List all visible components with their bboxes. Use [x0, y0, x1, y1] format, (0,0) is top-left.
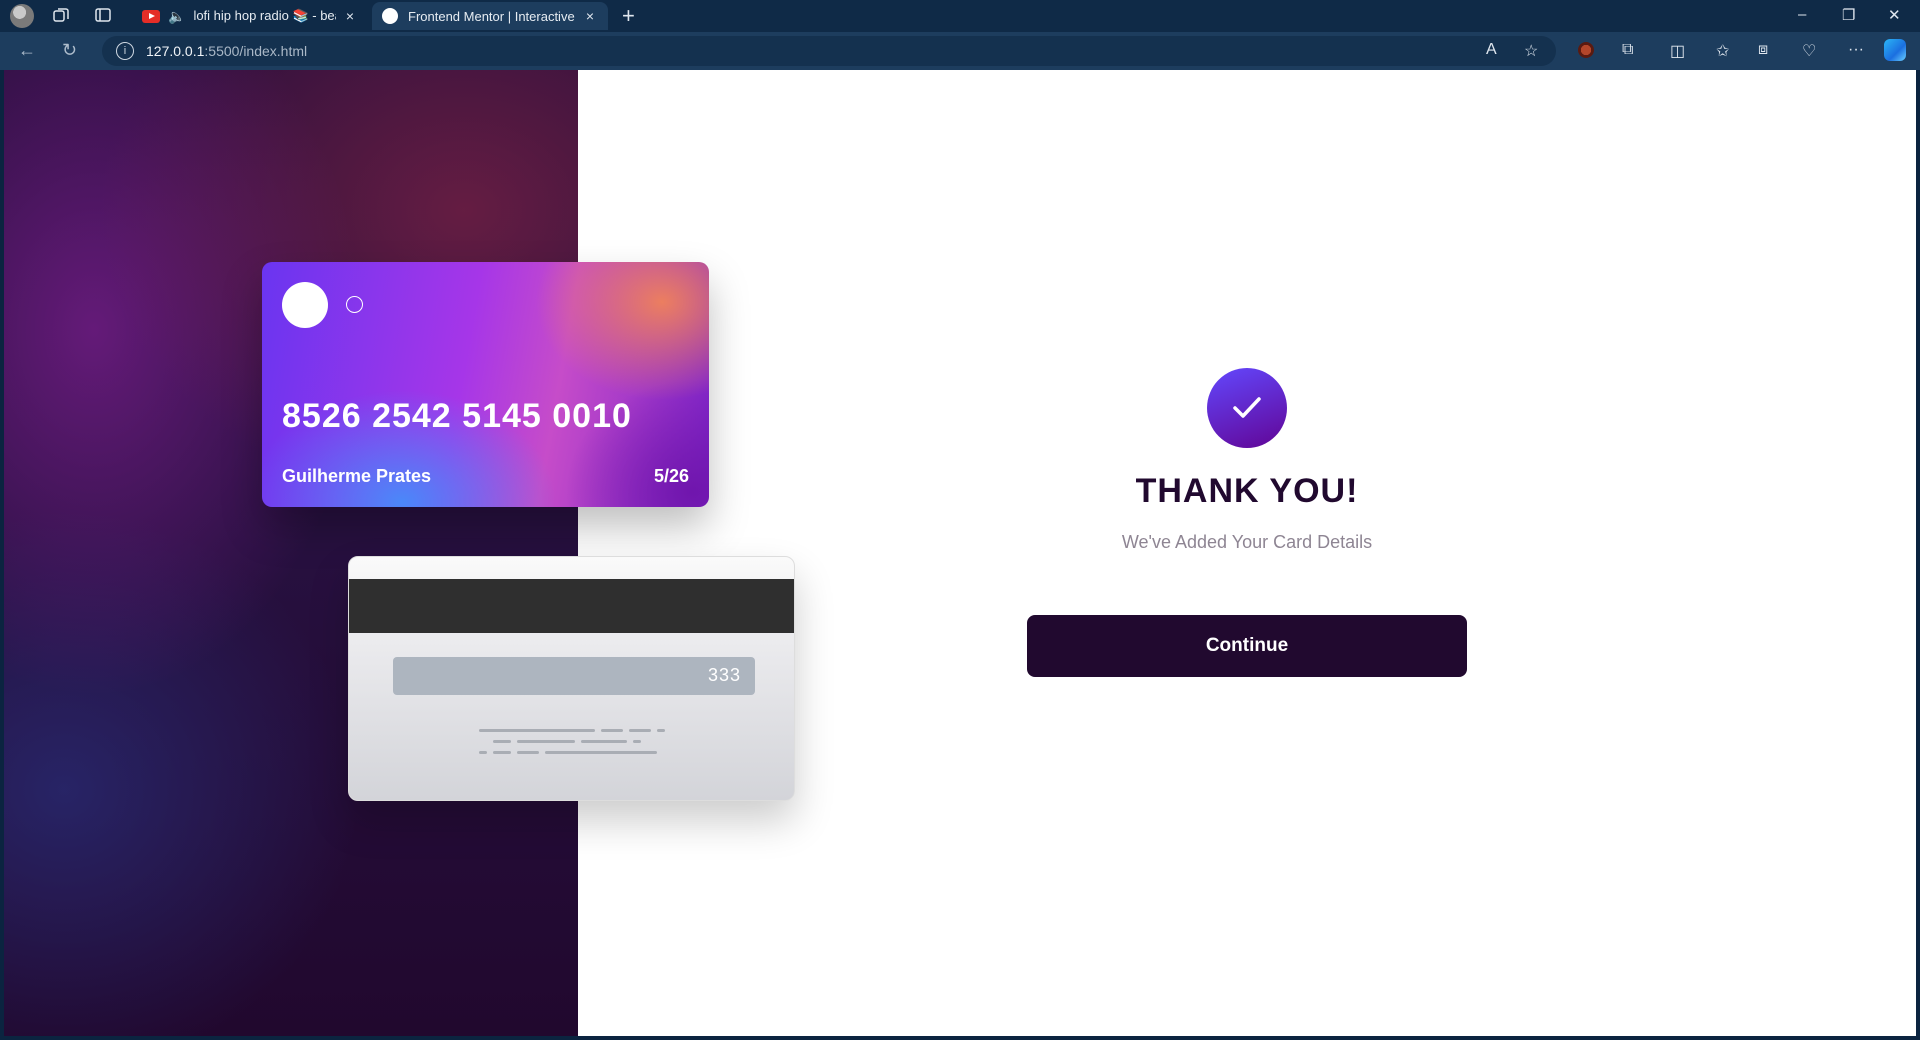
- address-bar-row: ← ↻ i 127.0.0.1:5500/index.html A ☆ ⧉ ◫ …: [0, 32, 1920, 70]
- close-tab-icon[interactable]: ×: [342, 8, 358, 24]
- favorite-star-icon[interactable]: ☆: [1524, 41, 1538, 61]
- speaker-icon[interactable]: 🔈: [168, 8, 185, 25]
- youtube-icon: [142, 9, 160, 23]
- tab-actions-icon[interactable]: [94, 6, 114, 26]
- tab-lofi-radio[interactable]: 🔈 lofi hip hop radio 📚 - beat ×: [132, 2, 368, 30]
- browser-essentials-icon[interactable]: ♡: [1802, 41, 1816, 61]
- tab-frontend-mentor[interactable]: Frontend Mentor | Interactive ca ×: [372, 2, 608, 30]
- new-tab-button[interactable]: +: [622, 3, 635, 29]
- favorites-icon[interactable]: ✩: [1716, 41, 1729, 61]
- split-screen-icon[interactable]: ◫: [1670, 41, 1685, 61]
- browser-tab-bar: 🔈 lofi hip hop radio 📚 - beat × Frontend…: [0, 0, 1920, 32]
- url-path: :5500/index.html: [204, 43, 308, 59]
- url-input[interactable]: i 127.0.0.1:5500/index.html: [102, 36, 1556, 66]
- close-tab-icon[interactable]: ×: [582, 8, 598, 24]
- url-host: 127.0.0.1: [146, 43, 205, 59]
- read-aloud-icon[interactable]: A: [1486, 41, 1497, 59]
- tab-title: lofi hip hop radio 📚 - beat: [193, 8, 336, 23]
- page-viewport: 8526 2542 5145 0010 Guilherme Prates 5/2…: [4, 70, 1916, 1036]
- thank-you-heading: THANK YOU!: [1135, 472, 1359, 510]
- workspaces-icon[interactable]: [52, 6, 72, 26]
- more-menu-icon[interactable]: ···: [1848, 41, 1864, 59]
- restore-button[interactable]: ❐: [1842, 6, 1855, 24]
- tab-title: Frontend Mentor | Interactive ca: [408, 8, 576, 24]
- copilot-icon[interactable]: [1884, 39, 1906, 61]
- back-arrow-icon[interactable]: ←: [18, 40, 36, 61]
- refresh-icon[interactable]: ↻: [62, 40, 77, 61]
- success-check-icon: [1207, 368, 1287, 448]
- profile-avatar[interactable]: [10, 4, 34, 28]
- site-info-icon[interactable]: i: [116, 42, 134, 60]
- extensions-icon[interactable]: ⧉: [1622, 41, 1633, 59]
- thank-you-subtitle: We've Added Your Card Details: [1121, 532, 1373, 552]
- minimize-button[interactable]: –: [1798, 6, 1806, 23]
- continue-button[interactable]: Continue: [1027, 615, 1467, 677]
- collections-icon[interactable]: ⧈: [1758, 41, 1768, 59]
- frontend-mentor-favicon-icon: [382, 8, 398, 24]
- close-window-button[interactable]: ✕: [1888, 6, 1901, 24]
- extension-profile-icon[interactable]: [1578, 42, 1594, 58]
- thank-you-section: THANK YOU! We've Added Your Card Details…: [4, 70, 1916, 1036]
